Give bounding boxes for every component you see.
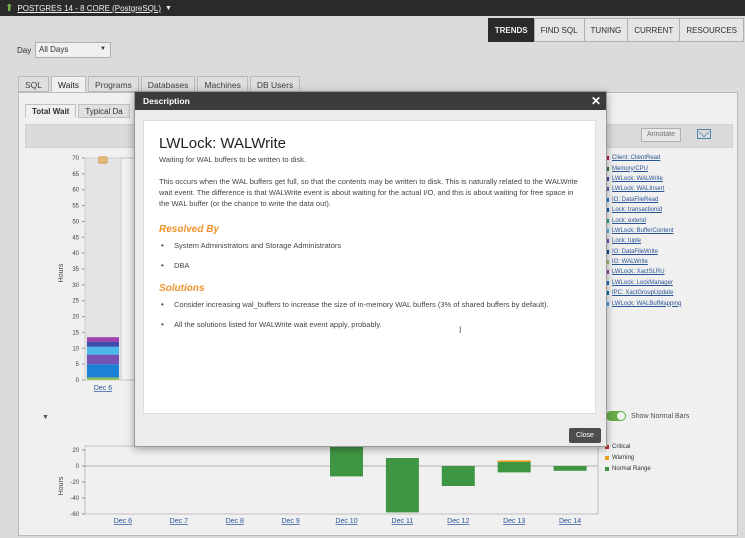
- resolved-by-list: System Administrators and Storage Admini…: [159, 240, 580, 271]
- modal-header: Description ✕: [135, 92, 606, 110]
- text-cursor-icon: I: [459, 325, 462, 335]
- close-icon[interactable]: ✕: [591, 93, 601, 109]
- wait-event-title: LWLock: WALWrite: [159, 135, 286, 152]
- solutions-heading: Solutions: [159, 283, 205, 294]
- wait-event-subtitle: Waiting for WAL buffers to be written to…: [159, 155, 307, 164]
- description-modal: Description ✕ LWLock: WALWrite Waiting f…: [134, 91, 607, 447]
- list-item: Consider increasing wal_buffers to incre…: [159, 299, 580, 310]
- wait-event-description: This occurs when the WAL buffers get ful…: [159, 177, 578, 208]
- list-item: All the solutions listed for WALWrite wa…: [159, 319, 580, 330]
- list-item: DBA: [159, 260, 580, 271]
- modal-title: Description: [143, 96, 190, 106]
- modal-body: LWLock: WALWrite Waiting for WAL buffers…: [143, 120, 596, 414]
- close-button[interactable]: Close: [569, 428, 601, 443]
- resolved-by-heading: Resolved By: [159, 224, 220, 235]
- solutions-list: Consider increasing wal_buffers to incre…: [159, 299, 580, 330]
- list-item: System Administrators and Storage Admini…: [159, 240, 580, 251]
